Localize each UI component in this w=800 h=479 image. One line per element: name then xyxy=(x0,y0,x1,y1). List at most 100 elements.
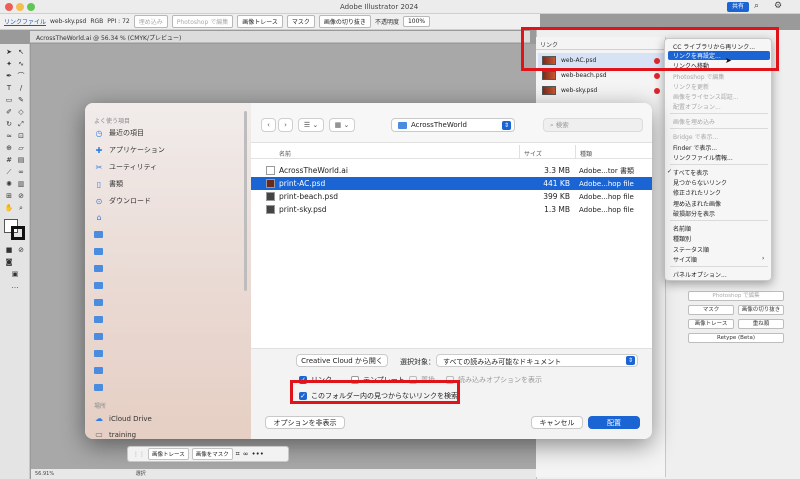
free-transform-tool-icon[interactable]: ⊡ xyxy=(16,132,26,141)
sidebar-item-folder[interactable] xyxy=(94,316,103,323)
menu-item-link-file-info[interactable]: リンクファイル情報... xyxy=(673,153,733,162)
close-window-icon[interactable] xyxy=(5,3,13,11)
menu-item-sort-kind[interactable]: 種類別 xyxy=(673,234,691,243)
crop-icon[interactable]: ⌗ xyxy=(236,450,240,459)
sidebar-item-documents[interactable]: ▯ 書類 xyxy=(94,179,123,189)
file-row[interactable]: print-beach.psd 399 KB Adobe...hop file xyxy=(251,190,652,203)
symbol-sprayer-tool-icon[interactable]: ✺ xyxy=(4,180,14,189)
shaper-tool-icon[interactable]: ✐ xyxy=(4,108,14,117)
menu-item-show-broken[interactable]: 破損部分を表示 xyxy=(673,209,715,218)
zoom-tool-icon[interactable]: ⌕ xyxy=(16,204,26,213)
edit-in-photoshop-button[interactable]: Photoshop で編集 xyxy=(171,15,234,28)
shape-builder-tool-icon[interactable]: ⊕ xyxy=(4,144,14,153)
rectangle-tool-icon[interactable]: ▭ xyxy=(4,96,14,105)
column-size[interactable]: サイズ xyxy=(524,149,542,158)
linked-file-link[interactable]: リンクファイル xyxy=(4,17,46,26)
import-options-checkbox[interactable]: 読み込みオプションを表示 xyxy=(446,375,542,385)
opacity-field[interactable]: 100% xyxy=(402,16,431,27)
brush-tool-icon[interactable]: ✎ xyxy=(16,96,26,105)
more-options-icon[interactable]: ••• xyxy=(252,450,264,458)
menu-item-sort-status[interactable]: ステータス順 xyxy=(673,245,709,254)
mask-button[interactable]: マスク xyxy=(286,15,315,28)
draw-mode-icon[interactable]: ◙ xyxy=(4,258,14,267)
sidebar-item-folder[interactable] xyxy=(94,384,103,391)
rotate-tool-icon[interactable]: ↻ xyxy=(4,120,14,129)
menu-item-sort-size[interactable]: サイズ順 xyxy=(673,255,697,264)
search-icon[interactable]: ⌕ xyxy=(754,1,759,11)
sidebar-item-training[interactable]: ▭ training xyxy=(94,430,136,439)
edit-in-photoshop-panel-button[interactable]: Photoshop で編集 xyxy=(688,291,784,301)
sidebar-item-icloud[interactable]: ☁ iCloud Drive xyxy=(94,414,152,423)
place-button[interactable]: 配置 xyxy=(588,416,640,429)
image-trace-panel-button[interactable]: 画像トレース xyxy=(688,319,734,329)
curvature-tool-icon[interactable]: ⌒ xyxy=(16,72,26,81)
embed-button[interactable]: 埋め込み xyxy=(133,15,168,28)
sidebar-item-downloads[interactable]: ⊙ ダウンロード xyxy=(94,196,151,206)
share-button[interactable]: 共有 xyxy=(727,2,749,12)
stroke-swatch[interactable] xyxy=(11,226,25,240)
float-image-trace-button[interactable]: 画像トレース xyxy=(148,448,189,460)
screen-mode-icon[interactable]: ▣ xyxy=(10,270,20,279)
file-type-select[interactable]: すべての読み込み可能なドキュメント ⇕ xyxy=(436,354,638,367)
sidebar-item-folder[interactable] xyxy=(94,231,103,238)
lasso-tool-icon[interactable]: ∿ xyxy=(16,60,26,69)
sidebar-item-folder[interactable] xyxy=(94,350,103,357)
document-tab[interactable]: AcrossTheWorld.ai @ 56.34 % (CMYK/プレビュー) xyxy=(30,31,530,43)
minimize-window-icon[interactable] xyxy=(16,3,24,11)
magic-wand-tool-icon[interactable]: ✦ xyxy=(4,60,14,69)
menu-item-reveal-finder[interactable]: Finder で表示... xyxy=(673,143,717,152)
sidebar-item-applications[interactable]: ✚ アプリケーション xyxy=(94,145,165,155)
mask-panel-button[interactable]: マスク xyxy=(688,305,734,315)
menu-item-show-modified[interactable]: 修正されたリンク xyxy=(673,188,721,197)
sidebar-item-folder[interactable] xyxy=(94,282,103,289)
folder-path-popup[interactable]: AcrossTheWorld ⇕ xyxy=(391,118,515,132)
eraser-tool-icon[interactable]: ◇ xyxy=(16,108,26,117)
settings-icon[interactable]: ⚙ xyxy=(774,1,782,11)
more-tools-icon[interactable]: … xyxy=(10,282,20,291)
cancel-button[interactable]: キャンセル xyxy=(531,416,583,429)
menu-item-show-embedded[interactable]: 埋め込まれた画像 xyxy=(673,199,721,208)
drag-handle-icon[interactable]: ⋮⋮ xyxy=(133,451,145,458)
pen-tool-icon[interactable]: ✒ xyxy=(4,72,14,81)
sidebar-item-folder[interactable] xyxy=(94,367,103,374)
retype-button[interactable]: Retype (Beta) xyxy=(688,333,784,343)
file-row[interactable]: print-AC.psd 441 KB Adobe...hop file xyxy=(251,177,652,190)
sidebar-item-folder[interactable] xyxy=(94,248,103,255)
artboard-tool-icon[interactable]: ⊞ xyxy=(4,192,14,201)
perspective-tool-icon[interactable]: ▱ xyxy=(16,144,26,153)
crop-image-button[interactable]: 画像の切り抜き xyxy=(318,15,371,28)
type-tool-icon[interactable]: T xyxy=(4,84,14,93)
hide-options-button[interactable]: オプションを非表示 xyxy=(265,416,345,429)
blend-tool-icon[interactable]: ∞ xyxy=(16,168,26,177)
grid-view-icon[interactable]: ▦ ⌄ xyxy=(329,118,355,132)
scale-tool-icon[interactable]: ⤢ xyxy=(16,120,26,129)
file-row[interactable]: print-sky.psd 1.3 MB Adobe...hop file xyxy=(251,203,652,216)
eyedropper-tool-icon[interactable]: ⟋ xyxy=(4,168,14,177)
graph-tool-icon[interactable]: ▥ xyxy=(16,180,26,189)
zoom-window-icon[interactable] xyxy=(27,3,35,11)
line-tool-icon[interactable]: / xyxy=(16,84,26,93)
menu-item-show-missing[interactable]: 見つからないリンク xyxy=(673,178,727,187)
color-mode-icon[interactable]: ■ xyxy=(4,246,14,255)
sidebar-item-utilities[interactable]: ✂ ユーティリティ xyxy=(94,162,158,172)
menu-item-panel-options[interactable]: パネルオプション... xyxy=(673,270,727,279)
sidebar-item-folder[interactable] xyxy=(94,299,103,306)
direct-selection-tool-icon[interactable]: ↖ xyxy=(16,48,26,57)
back-button[interactable]: ‹ xyxy=(261,118,276,132)
image-trace-button[interactable]: 画像トレース xyxy=(237,15,283,28)
forward-button[interactable]: › xyxy=(278,118,293,132)
file-row[interactable]: AcrossTheWorld.ai 3.3 MB Adobe...tor 書類 xyxy=(251,164,652,177)
width-tool-icon[interactable]: ≈ xyxy=(4,132,14,141)
link-icon[interactable]: ∞ xyxy=(243,450,249,458)
list-view-icon[interactable]: ☰ ⌄ xyxy=(298,118,324,132)
float-mask-image-button[interactable]: 画像をマスク xyxy=(191,448,233,460)
zoom-level[interactable]: 56.91% xyxy=(35,471,54,477)
sidebar-item-home[interactable]: ⌂ xyxy=(94,213,104,222)
mesh-tool-icon[interactable]: # xyxy=(4,156,14,165)
sidebar-scrollbar[interactable] xyxy=(244,111,247,291)
crop-image-panel-button[interactable]: 画像の切り抜き xyxy=(738,305,784,315)
sidebar-item-recents[interactable]: ◷ 最近の項目 xyxy=(94,128,145,138)
selection-tool-icon[interactable]: ➤ xyxy=(4,48,14,57)
sidebar-item-folder[interactable] xyxy=(94,333,103,340)
open-from-cc-button[interactable]: Creative Cloud から開く xyxy=(296,354,388,367)
